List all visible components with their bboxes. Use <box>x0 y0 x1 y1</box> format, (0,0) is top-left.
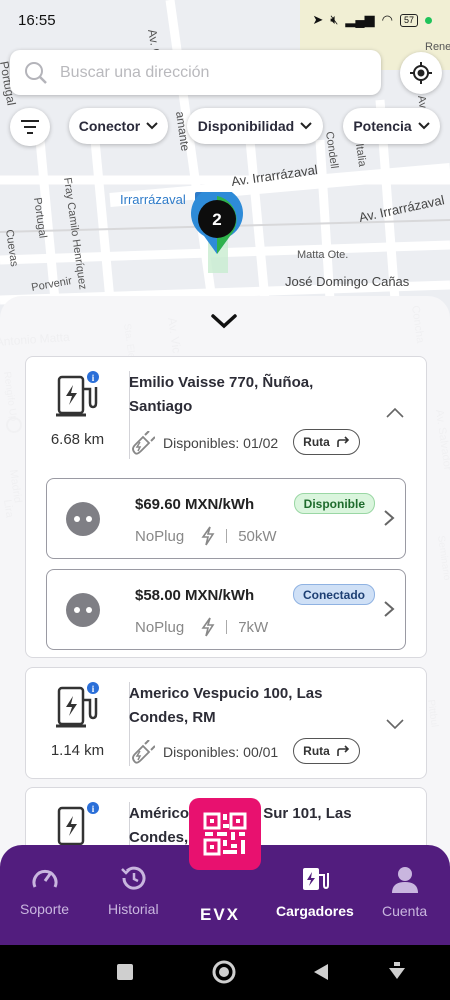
plug-price: $58.00 MXN/kWh <box>135 587 255 604</box>
plug-power: 7kW <box>238 618 269 636</box>
charger-summary: i <box>26 802 129 850</box>
charger-cluster-marker[interactable]: 2 <box>190 187 244 256</box>
availability-filter-label: Disponibilidad <box>197 118 295 134</box>
marker-count: 2 <box>212 210 221 229</box>
user-icon <box>391 867 418 893</box>
search-input[interactable] <box>60 63 350 82</box>
connector-filter-chip[interactable]: Conector <box>69 108 168 144</box>
nav-cuenta[interactable]: Cuenta <box>382 865 427 919</box>
filter-button[interactable] <box>10 108 50 146</box>
chevron-right-icon <box>384 601 395 617</box>
bolt-icon <box>201 526 215 546</box>
plug-type: NoPlug <box>135 527 185 545</box>
availability-text: Disponibles: 01/02 <box>163 435 279 451</box>
plug-row[interactable]: $58.00 MXN/kWh Conectado NoPlug 7kW <box>46 569 406 650</box>
charger-address: Americo Vespucio 100, Las Condes, RM <box>129 685 323 726</box>
plug-price: $69.60 MXN/kWh <box>135 496 255 513</box>
chevron-up-icon[interactable] <box>386 407 404 419</box>
recents-icon <box>117 964 133 980</box>
evx-logo: EVX <box>200 905 241 924</box>
chevron-down-icon <box>146 122 158 130</box>
status-badge: Conectado <box>292 584 375 605</box>
plug-icon <box>132 431 155 455</box>
bolt-icon <box>201 617 215 637</box>
connector-filter-label: Conector <box>78 118 141 134</box>
system-nav-buttons <box>117 960 405 984</box>
nav-cargadores[interactable]: Cargadores <box>276 865 354 919</box>
socket-icon <box>66 593 100 627</box>
chevron-down-icon <box>417 122 430 130</box>
charger-card[interactable]: i 1.14 km Americo Vespucio 100, Las Cond… <box>25 667 427 779</box>
plug-meta: NoPlug 50kW <box>135 526 277 546</box>
qr-code-icon <box>203 812 247 856</box>
power-filter-label: Potencia <box>353 118 412 134</box>
search-icon <box>25 61 47 84</box>
route-arrow-icon <box>337 745 349 756</box>
route-button[interactable]: Ruta <box>293 738 360 764</box>
plug-row[interactable]: $69.60 MXN/kWh Disponible NoPlug 50kW <box>46 478 406 559</box>
chevron-down-icon <box>300 122 312 130</box>
route-button[interactable]: Ruta <box>293 429 360 455</box>
chevron-down-icon <box>211 314 237 329</box>
charger-address: Emilio Vaisse 770, Ñuñoa, Santiago <box>129 374 314 415</box>
charging-station-icon <box>302 868 329 890</box>
status-bar: 16:55 ➤ 🔇︎ ▂▄▆ ◠ 57 <box>0 0 450 40</box>
chevron-right-icon <box>384 510 395 526</box>
charging-station-icon: i <box>57 802 99 846</box>
speedometer-icon <box>32 869 57 888</box>
charger-availability: Disponibles: 00/01 <box>129 740 278 764</box>
charger-distance: 6.68 km <box>50 431 105 448</box>
system-navigation-bar <box>0 945 450 1000</box>
signal-icon: ▂▄▆ <box>345 12 375 27</box>
search-bar[interactable] <box>10 50 381 95</box>
back-icon <box>314 964 328 980</box>
chevron-down-icon[interactable] <box>386 718 404 730</box>
route-label: Ruta <box>303 435 330 449</box>
status-badge: Disponible <box>293 493 375 514</box>
plug-icon <box>132 740 155 764</box>
my-location-button[interactable] <box>400 52 442 94</box>
privacy-dot <box>425 16 432 24</box>
nav-soporte[interactable]: Soporte <box>20 865 69 917</box>
crosshair-icon <box>410 62 432 84</box>
charger-summary: i 1.14 km <box>26 682 129 759</box>
screen: { "status_bar": {"time": "16:55", "batte… <box>0 0 450 1000</box>
socket-icon <box>66 502 100 536</box>
mute-icon: 🔇︎ <box>330 12 339 27</box>
location-arrow-icon: ➤ <box>312 12 324 27</box>
status-icons: ➤ 🔇︎ ▂▄▆ ◠ 57 <box>312 12 432 28</box>
power-filter-chip[interactable]: Potencia <box>343 108 440 144</box>
nav-historial[interactable]: Historial <box>108 865 159 917</box>
availability-text: Disponibles: 00/01 <box>163 744 279 760</box>
wifi-icon: ◠ <box>381 12 393 27</box>
charger-availability: Disponibles: 01/02 <box>129 431 278 455</box>
filter-icon <box>21 120 39 134</box>
plug-power: 50kW <box>238 527 277 545</box>
collapse-sheet-button[interactable] <box>210 312 238 335</box>
plug-type: NoPlug <box>135 618 185 636</box>
qr-scan-button[interactable] <box>189 798 261 870</box>
svg-text:Irrarrázaval: Irrarrázaval <box>120 192 186 207</box>
svg-text:Rene: Rene <box>425 41 450 53</box>
charging-station-icon: i <box>55 371 99 417</box>
history-icon <box>121 866 146 890</box>
plug-meta: NoPlug 7kW <box>135 617 268 637</box>
keyboard-hide-icon <box>389 968 405 979</box>
nav-label: Soporte <box>20 901 70 917</box>
route-label: Ruta <box>303 744 330 758</box>
status-time: 16:55 <box>18 11 56 29</box>
nav-label: Cargadores <box>276 903 354 919</box>
svg-text:Matta Ote.: Matta Ote. <box>297 249 348 261</box>
availability-filter-chip[interactable]: Disponibilidad <box>187 108 323 144</box>
map-pin-icon: 2 <box>191 187 243 254</box>
nav-label: Cuenta <box>382 903 428 919</box>
charging-station-icon: i <box>55 682 99 728</box>
charger-distance: 1.14 km <box>50 742 105 759</box>
svg-text:José Domingo Cañas: José Domingo Cañas <box>285 274 410 289</box>
battery-icon: 57 <box>399 13 418 27</box>
charger-summary: i 6.68 km <box>26 371 129 448</box>
nav-label: Historial <box>108 901 159 917</box>
route-arrow-icon <box>337 436 349 447</box>
